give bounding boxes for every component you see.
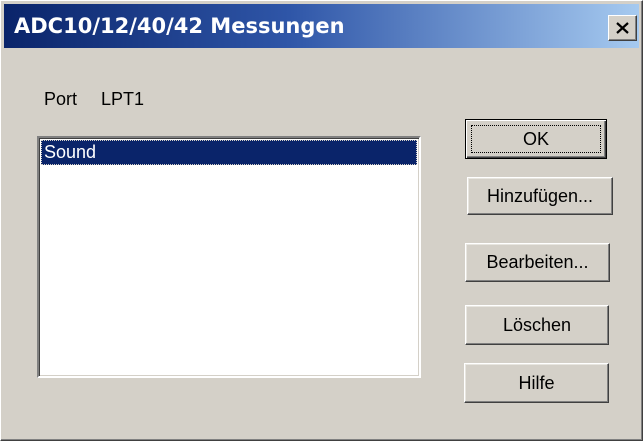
measurement-listbox[interactable]: Sound [37,136,421,378]
edit-button-label: Bearbeiten... [486,252,589,272]
list-item-sound[interactable]: Sound [41,140,417,165]
help-button-label: Hilfe [518,372,555,393]
port-value: LPT1 [101,89,145,109]
close-button[interactable] [608,15,637,41]
title-bar[interactable]: ADC10/12/40/42 Messungen [4,4,639,48]
add-button-label: Hinzufügen... [486,185,594,206]
delete-button-label: Löschen [502,314,572,335]
dialog-window: ADC10/12/40/42 Messungen Port LPT1 Sound… [0,0,643,441]
ok-button[interactable]: OK [465,119,607,159]
port-label: Port [44,89,78,109]
edit-button[interactable]: Bearbeiten... [465,243,610,282]
ok-button-label: OK [522,128,549,149]
window-title: ADC10/12/40/42 Messungen [14,14,345,38]
help-button[interactable]: Hilfe [464,363,609,403]
close-icon [616,22,629,34]
delete-button[interactable]: Löschen [465,305,609,345]
add-button[interactable]: Hinzufügen... [467,177,613,215]
